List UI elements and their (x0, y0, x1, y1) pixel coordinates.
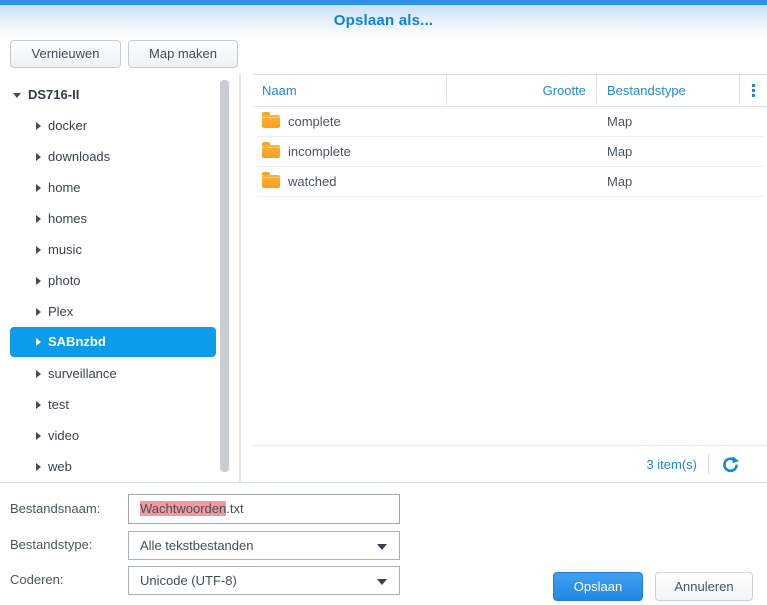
tree-expander-icon[interactable] (36, 370, 41, 378)
item-count: 3 item(s) (646, 457, 697, 472)
tree-expander-icon[interactable] (36, 277, 41, 285)
refresh-list-icon[interactable] (720, 454, 740, 474)
tree-item-label: docker (48, 118, 87, 133)
tree-item[interactable]: surveillance (10, 358, 216, 389)
folder-tree: DS716-II docker downloads home homes mus… (0, 80, 240, 482)
tree-expander-icon[interactable] (36, 463, 41, 471)
column-header-type[interactable]: Bestandstype (597, 75, 740, 106)
dialog-title: Opslaan als... (334, 12, 434, 29)
tree-item-label: test (48, 397, 69, 412)
tree-root-label: DS716-II (28, 87, 79, 102)
form-separator-line (0, 482, 767, 483)
tree-expander-icon[interactable] (36, 401, 41, 409)
encoding-value: Unicode (UTF-8) (140, 573, 237, 588)
tree-expander-icon[interactable] (36, 432, 41, 440)
filename-input[interactable]: Wachtwoorden.txt (128, 494, 400, 524)
tree-item[interactable]: home (10, 172, 216, 203)
tree-item-label: home (48, 180, 81, 195)
file-type-cell: Map (597, 144, 740, 159)
file-name-cell: complete (257, 114, 447, 129)
filetype-label: Bestandstype: (10, 530, 92, 560)
tree-item[interactable]: homes (10, 203, 216, 234)
file-row[interactable]: complete Map (257, 107, 763, 137)
tree-expander-icon[interactable] (36, 246, 41, 254)
file-name-text: watched (288, 174, 336, 189)
tree-item[interactable]: Plex (10, 296, 216, 327)
file-type-cell: Map (597, 174, 740, 189)
folder-icon (262, 115, 280, 128)
tree-item-label: video (48, 428, 79, 443)
save-as-dialog: Opslaan als... Vernieuwen Map maken DS71… (0, 0, 767, 605)
tree-expander-icon[interactable] (36, 338, 41, 346)
dropdown-arrow-icon (377, 579, 387, 585)
tree-item[interactable]: test (10, 389, 216, 420)
column-header-size[interactable]: Grootte (447, 75, 597, 106)
filetype-dropdown[interactable]: Alle tekstbestanden (128, 531, 400, 560)
status-divider (708, 453, 709, 475)
file-name-cell: watched (257, 174, 447, 189)
tree-item[interactable]: video (10, 420, 216, 451)
filename-extension-text: .txt (226, 501, 243, 516)
tree-item-label: photo (48, 273, 81, 288)
tree-expander-icon[interactable] (36, 308, 41, 316)
tree-item-label: homes (48, 211, 87, 226)
status-bar: 3 item(s) (253, 445, 767, 482)
column-header-name[interactable]: Naam (253, 75, 447, 106)
file-row[interactable]: incomplete Map (257, 137, 763, 167)
file-name-cell: incomplete (257, 144, 447, 159)
tree-item[interactable]: SABnzbd (10, 327, 216, 357)
tree-root-item[interactable]: DS716-II (0, 80, 240, 110)
file-list: complete Map incomplete Map watched Map (253, 107, 767, 197)
tree-item[interactable]: photo (10, 265, 216, 296)
file-table-header: Naam Grootte Bestandstype (253, 75, 767, 107)
pane-divider (239, 74, 241, 482)
cancel-button[interactable]: Annuleren (655, 572, 753, 601)
tree-item[interactable]: docker (10, 110, 216, 141)
tree-item-label: music (48, 242, 82, 257)
tree-item-label: downloads (48, 149, 110, 164)
filename-selected-text: Wachtwoorden (140, 501, 226, 516)
folder-icon (262, 145, 280, 158)
column-menu-icon[interactable] (740, 75, 766, 106)
refresh-button[interactable]: Vernieuwen (10, 40, 121, 68)
tree-expander-icon[interactable] (36, 184, 41, 192)
create-folder-button[interactable]: Map maken (128, 40, 238, 68)
filetype-value: Alle tekstbestanden (140, 538, 253, 553)
tree-item-label: Plex (48, 304, 73, 319)
folder-icon (262, 175, 280, 188)
file-type-cell: Map (597, 114, 740, 129)
tree-item[interactable]: music (10, 234, 216, 265)
tree-item[interactable]: web (10, 451, 216, 482)
dropdown-arrow-icon (377, 544, 387, 550)
tree-expanded-icon[interactable] (13, 93, 21, 98)
tree-item[interactable]: downloads (10, 141, 216, 172)
tree-expander-icon[interactable] (36, 215, 41, 223)
tree-expander-icon[interactable] (36, 122, 41, 130)
dialog-titlebar: Opslaan als... (0, 5, 767, 38)
folder-tree-items: docker downloads home homes music photo … (0, 110, 240, 482)
filename-label: Bestandsnaam: (10, 494, 100, 524)
tree-expander-icon[interactable] (36, 153, 41, 161)
encoding-label: Coderen: (10, 565, 63, 595)
save-button[interactable]: Opslaan (553, 572, 643, 601)
file-name-text: incomplete (288, 144, 351, 159)
file-name-text: complete (288, 114, 341, 129)
encoding-dropdown[interactable]: Unicode (UTF-8) (128, 566, 400, 595)
tree-item-label: surveillance (48, 366, 117, 381)
tree-item-label: web (48, 459, 72, 474)
file-row[interactable]: watched Map (257, 167, 763, 197)
tree-scrollbar-thumb[interactable] (220, 80, 229, 472)
tree-item-label: SABnzbd (48, 334, 106, 349)
